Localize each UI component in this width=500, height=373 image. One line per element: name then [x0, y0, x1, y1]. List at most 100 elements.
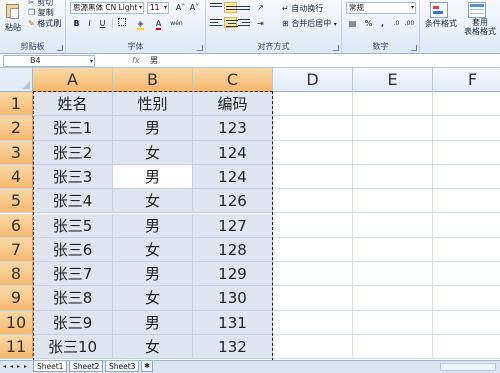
cell[interactable]: 张三2 — [33, 140, 113, 165]
cell[interactable]: 男 — [113, 310, 193, 335]
border-button[interactable] — [115, 18, 128, 29]
cell[interactable]: 126 — [193, 189, 273, 214]
conditional-format-button[interactable]: 条件格式 — [425, 18, 457, 29]
shrink-font-button[interactable]: A˅ — [188, 2, 201, 13]
row-header[interactable]: 7 — [0, 237, 33, 263]
align-left-button[interactable] — [210, 18, 223, 29]
font-name-box[interactable]: 思源黑体 CN Light ▾ — [70, 2, 144, 14]
font-size-box[interactable]: 11 ▾ — [147, 2, 169, 14]
row-header[interactable]: 9 — [0, 286, 33, 311]
cell[interactable] — [273, 335, 353, 360]
number-launcher-icon[interactable] — [411, 45, 417, 51]
formula-input[interactable]: 男 — [150, 54, 158, 68]
cell[interactable]: 男 — [113, 213, 193, 238]
cell[interactable]: 124 — [193, 164, 273, 190]
row-header[interactable]: 8 — [0, 262, 33, 287]
cell[interactable] — [353, 213, 433, 238]
wrap-text-button[interactable]: ↵ 自动换行 — [282, 3, 323, 14]
align-center-button[interactable] — [224, 17, 238, 28]
cell[interactable] — [273, 189, 353, 214]
cell[interactable]: 男 — [113, 116, 193, 141]
cell[interactable] — [273, 262, 353, 287]
percent-button[interactable]: % — [362, 18, 375, 29]
number-format-box[interactable]: 常规 ▾ — [346, 2, 416, 14]
active-cell[interactable]: 男 — [113, 164, 193, 190]
cell[interactable]: 张三7 — [33, 262, 113, 287]
decrease-decimal-button[interactable]: .00 — [403, 18, 416, 29]
cell[interactable]: 128 — [193, 237, 273, 263]
font-color-button[interactable]: A — [152, 18, 165, 30]
cell[interactable]: 女 — [113, 335, 193, 360]
last-sheet-icon[interactable]: ▸ — [22, 363, 29, 371]
copy-button[interactable]: ❐ 复制 — [28, 7, 54, 18]
bold-button[interactable]: B — [70, 18, 83, 29]
column-header[interactable]: B — [113, 68, 193, 92]
next-sheet-icon[interactable]: ▸ — [15, 363, 22, 371]
column-header[interactable]: F — [433, 68, 500, 92]
horizontal-scrollbar[interactable] — [440, 363, 496, 371]
cell[interactable]: 张三3 — [33, 164, 113, 190]
cell[interactable]: 性别 — [113, 92, 193, 117]
cell[interactable]: 张三10 — [33, 335, 113, 360]
row-header[interactable]: 10 — [0, 310, 33, 335]
cell[interactable] — [273, 92, 353, 117]
cell[interactable]: 129 — [193, 262, 273, 287]
cell[interactable] — [273, 140, 353, 165]
cell[interactable] — [433, 238, 500, 263]
cell[interactable] — [433, 286, 500, 311]
cell[interactable]: 女 — [113, 140, 193, 165]
column-header[interactable]: A — [33, 68, 113, 92]
sheet-tab[interactable]: Sheet1 — [33, 361, 68, 372]
cell[interactable]: 127 — [193, 213, 273, 238]
increase-decimal-button[interactable]: .0 — [390, 18, 403, 29]
fill-color-button[interactable]: ◈ — [134, 18, 147, 30]
column-header[interactable]: E — [353, 68, 433, 92]
italic-button[interactable]: I — [83, 18, 96, 29]
cell[interactable] — [433, 214, 500, 238]
cell[interactable]: 姓名 — [33, 92, 113, 117]
prev-sheet-icon[interactable]: ◂ — [8, 363, 15, 371]
cell[interactable] — [273, 310, 353, 335]
cell[interactable] — [353, 164, 433, 190]
sheet-tab[interactable]: Sheet2 — [69, 361, 104, 372]
cell[interactable] — [433, 189, 500, 214]
row-header[interactable]: 2 — [0, 116, 33, 141]
cell[interactable]: 女 — [113, 237, 193, 263]
cell[interactable]: 131 — [193, 310, 273, 335]
cell[interactable] — [433, 116, 500, 141]
table-format-button[interactable]: 套用 表格格式 — [464, 18, 496, 36]
cell[interactable] — [273, 213, 353, 238]
cell[interactable]: 女 — [113, 286, 193, 311]
cell[interactable]: 女 — [113, 189, 193, 214]
cell[interactable] — [353, 335, 433, 360]
grow-font-button[interactable]: A˄ — [174, 2, 187, 13]
cell[interactable]: 张三6 — [33, 237, 113, 263]
row-header[interactable]: 11 — [0, 335, 33, 360]
new-sheet-icon[interactable]: ✱ — [141, 361, 153, 372]
align-top-button[interactable] — [210, 3, 223, 14]
row-header[interactable]: 4 — [0, 164, 33, 190]
format-painter-button[interactable]: ✎ 格式刷 — [28, 18, 61, 29]
cell[interactable] — [353, 116, 433, 141]
cell[interactable]: 张三5 — [33, 213, 113, 238]
cell[interactable] — [273, 164, 353, 190]
row-header[interactable]: 5 — [0, 189, 33, 214]
cell[interactable]: 124 — [193, 140, 273, 165]
pinyin-button[interactable]: wén — [170, 18, 183, 29]
cell[interactable] — [433, 141, 500, 165]
cell[interactable] — [273, 116, 353, 141]
comma-button[interactable]: , — [376, 18, 389, 29]
cell[interactable] — [353, 262, 433, 287]
name-box[interactable]: B4 ▾ — [3, 55, 95, 67]
fx-icon[interactable]: fx — [132, 54, 140, 68]
cell[interactable]: 张三9 — [33, 310, 113, 335]
column-header[interactable]: C — [193, 68, 273, 92]
cell[interactable] — [273, 237, 353, 263]
cell[interactable] — [273, 286, 353, 311]
row-header[interactable]: 6 — [0, 213, 33, 238]
row-header[interactable]: 1 — [0, 92, 33, 117]
sheet-tab[interactable]: Sheet3 — [105, 361, 140, 372]
cell[interactable] — [353, 140, 433, 165]
align-middle-button[interactable] — [224, 2, 238, 13]
cell[interactable]: 132 — [193, 335, 273, 360]
